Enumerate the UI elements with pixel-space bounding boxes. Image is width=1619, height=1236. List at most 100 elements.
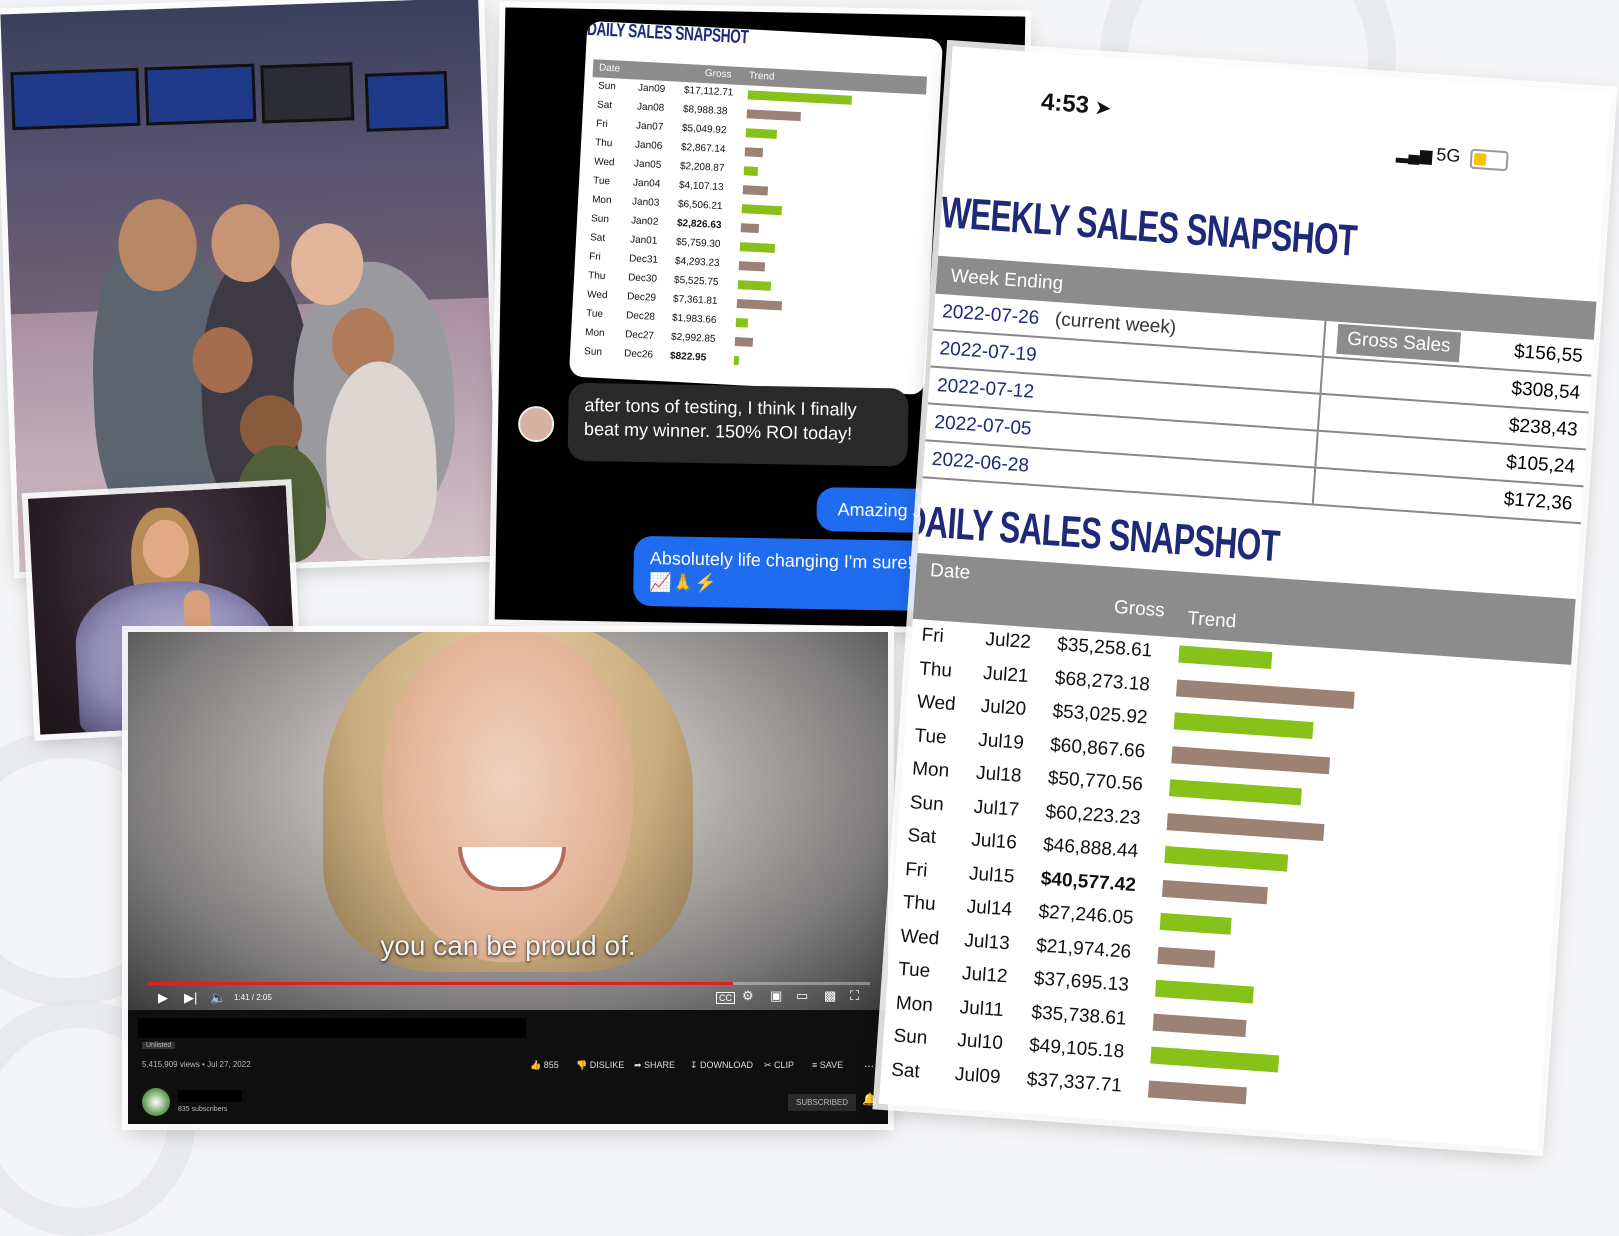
emoji-row: 📈🙏⚡ <box>649 572 717 594</box>
daily-sales-table: Date Gross Trend Sun Jan09 $17,112.71 Sat Ja… <box>578 59 928 379</box>
row-gross: $37,695.13 <box>1033 968 1130 996</box>
row-date: Jan03 <box>631 196 660 209</box>
row-date: Jul20 <box>980 695 1027 720</box>
phone-screenshot: 4:53 ➤ ▂▄▆ 5G WEEKLY SALES SNAPSHOT Week… <box>878 46 1612 1150</box>
row-gross: $2,867.14 <box>680 141 726 156</box>
row-day: Thu <box>918 657 953 682</box>
row-date: Jan08 <box>636 101 665 114</box>
trend-bar <box>737 280 772 291</box>
week-note <box>1052 346 1053 367</box>
cast-icon[interactable]: ▩ <box>824 988 836 1004</box>
row-gross: $40,577.42 <box>1040 867 1137 896</box>
column-week-ending: Week Ending <box>949 265 1064 295</box>
trend-bar <box>741 204 783 216</box>
sender-avatar[interactable] <box>517 405 555 443</box>
trend-bar <box>1159 912 1232 935</box>
download-button[interactable]: ↧ DOWNLOAD <box>690 1060 753 1071</box>
more-button[interactable]: ... <box>864 1056 874 1070</box>
week-date-text: 2022-07-05 <box>933 411 1033 440</box>
youtube-video-screenshot: you can be proud of. ▶ ▶| 🔈 1:41 / 2:05 … <box>128 632 888 1124</box>
trend-bar <box>1166 812 1325 841</box>
row-gross: $53,025.92 <box>1051 700 1149 729</box>
video-player[interactable]: you can be proud of. ▶ ▶| 🔈 1:41 / 2:05 … <box>128 632 888 1010</box>
row-gross: $6,506.21 <box>677 198 723 213</box>
fullscreen-icon[interactable]: ⛶ <box>850 988 859 1004</box>
row-gross: $17,112.71 <box>683 84 734 99</box>
row-gross: $5,759.30 <box>675 236 721 251</box>
week-date-text: 2022-07-19 <box>938 338 1038 366</box>
subscribed-button[interactable]: SUBSCRIBED <box>788 1094 857 1111</box>
share-button[interactable]: ➦ SHARE <box>634 1060 675 1071</box>
channel-avatar[interactable] <box>142 1088 170 1116</box>
progress-track[interactable] <box>148 982 870 985</box>
row-date: Jan04 <box>632 177 661 190</box>
row-date: Dec28 <box>625 310 656 323</box>
dislike-label: DISLIKE <box>589 1060 625 1070</box>
row-day: Fri <box>904 858 929 881</box>
volume-icon[interactable]: 🔈 <box>210 990 226 1006</box>
notification-bell-icon[interactable]: 🔔 <box>862 1092 877 1106</box>
clip-button[interactable]: ✂ CLIP <box>764 1060 794 1071</box>
row-day: Thu <box>587 270 606 283</box>
week-ending-date: 2022-07-19 <box>939 338 1053 368</box>
miniplayer-icon[interactable]: ▣ <box>770 988 782 1004</box>
settings-icon[interactable]: ⚙ <box>742 988 754 1004</box>
row-date: Jan02 <box>630 215 659 228</box>
row-day: Wed <box>593 156 615 169</box>
outgoing-message-2-text: Absolutely life changing I'm sure! <box>649 548 913 573</box>
time-display: 1:41 / 2:05 <box>234 993 272 1002</box>
row-day: Mon <box>584 327 605 340</box>
row-gross: $7,361.81 <box>672 293 718 308</box>
unlisted-badge: Unlisted <box>142 1042 176 1049</box>
trend-bar <box>1176 678 1355 709</box>
captions-icon[interactable]: CC <box>716 992 735 1004</box>
trend-bar <box>745 128 778 139</box>
signal-icon: ▂▄▆ <box>1395 145 1433 165</box>
trend-bar <box>738 261 766 272</box>
battery-level <box>1473 152 1487 166</box>
row-date: Jul10 <box>956 1030 1004 1055</box>
row-gross: $60,223.23 <box>1044 801 1142 829</box>
weekly-sales-title: WEEKLY SALES SNAPSHOT <box>939 187 1359 266</box>
row-day: Wed <box>586 289 608 302</box>
theater-icon[interactable]: ▭ <box>796 988 808 1004</box>
trend-bar <box>740 223 760 234</box>
row-date: Dec31 <box>628 253 659 266</box>
row-gross: $2,826.63 <box>676 217 722 232</box>
trend-bar <box>1147 1079 1247 1104</box>
row-date: Jan09 <box>637 82 666 95</box>
subscriber-count: 835 subscribers <box>178 1106 228 1113</box>
column-date: Date <box>929 559 971 584</box>
week-date-text: 2022-07-12 <box>936 375 1035 403</box>
next-icon[interactable]: ▶| <box>184 990 197 1006</box>
trend-bar <box>743 166 759 176</box>
row-day: Tue <box>592 175 611 188</box>
row-day: Mon <box>911 758 950 782</box>
week-ending-date: 2022-07-12 <box>936 375 1050 405</box>
save-button[interactable]: ≡ SAVE <box>812 1060 843 1070</box>
row-gross: $822.95 <box>669 350 707 364</box>
row-gross: $27,246.05 <box>1037 901 1135 929</box>
trend-bar <box>1152 1013 1247 1037</box>
bowling-monitor <box>144 63 257 126</box>
row-day: Sun <box>583 346 603 359</box>
play-icon[interactable]: ▶ <box>158 990 168 1006</box>
row-date: Jul12 <box>961 963 1009 988</box>
row-date: Jul09 <box>954 1063 1002 1088</box>
status-time-text: 4:53 <box>1040 88 1090 119</box>
share-label: SHARE <box>644 1060 676 1070</box>
dislike-button[interactable]: 👎 DISLIKE <box>576 1060 624 1071</box>
battery-icon <box>1469 148 1509 172</box>
row-date: Jul18 <box>975 762 1023 787</box>
daily-sales-card[interactable]: DAILY SALES SNAPSHOT Date Gross Trend Su… <box>568 20 943 395</box>
row-date: Jul16 <box>970 829 1018 854</box>
trend-bar <box>744 147 764 158</box>
row-gross: $5,525.75 <box>673 274 719 289</box>
trend-bar <box>1168 779 1302 806</box>
row-gross: $35,738.61 <box>1030 1001 1128 1030</box>
trend-bar <box>736 299 783 311</box>
row-gross: $21,974.26 <box>1035 934 1132 963</box>
week-note <box>1044 457 1045 478</box>
like-button[interactable]: 👍 855 <box>530 1060 559 1071</box>
row-day: Sun <box>892 1025 929 1049</box>
